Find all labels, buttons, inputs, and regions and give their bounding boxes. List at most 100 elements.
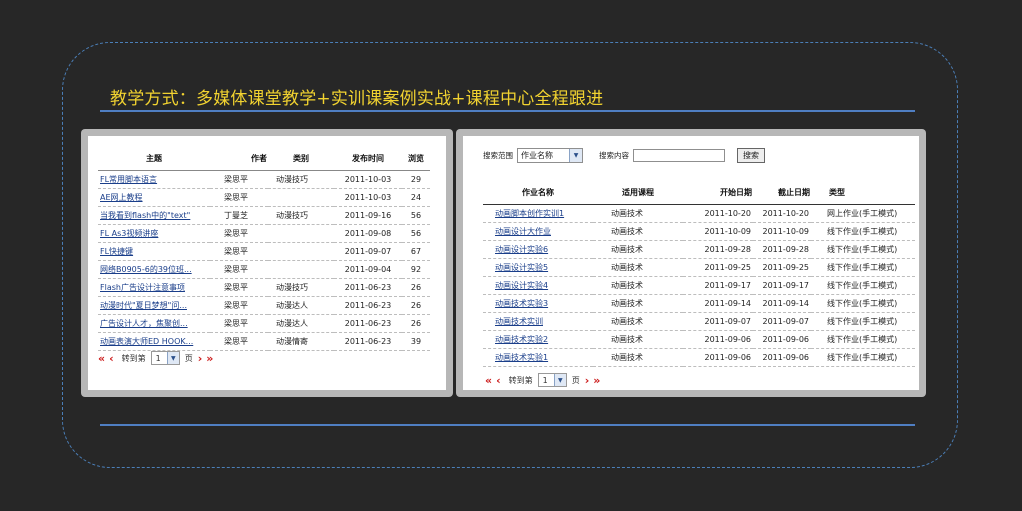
assignment-name-cell[interactable]: 动画设计大作业 — [483, 222, 593, 241]
assignment-name-cell[interactable]: 动画技术实验2 — [483, 330, 593, 349]
search-input[interactable] — [633, 149, 725, 162]
prev-page-button[interactable]: ‹ — [496, 374, 501, 387]
start-date-cell: 2011-09-06 — [683, 348, 753, 367]
next-page-button[interactable]: › — [198, 352, 203, 365]
author-cell: 梁思平 — [210, 314, 268, 333]
col-header-start-date[interactable]: 开始日期 — [683, 180, 753, 205]
col-header-assignment-name[interactable]: 作业名称 — [483, 180, 593, 205]
topic-cell[interactable]: 广告设计人才，焦聚创... — [98, 314, 210, 333]
category-cell — [268, 188, 334, 207]
topic-cell[interactable]: FL常用脚本语言 — [98, 170, 210, 189]
date-cell: 2011-06-23 — [334, 278, 402, 297]
last-page-button[interactable]: » — [593, 374, 600, 387]
type-cell: 线下作业(手工模式) — [811, 330, 915, 349]
goto-label: 转到第 — [508, 375, 533, 385]
start-date-cell: 2011-09-25 — [683, 258, 753, 277]
category-cell: 动漫技巧 — [268, 278, 334, 297]
views-cell: 26 — [402, 278, 430, 297]
col-header-category[interactable]: 类别 — [268, 146, 334, 171]
author-cell: 梁思平 — [210, 332, 268, 351]
category-cell: 动漫情寄 — [268, 332, 334, 351]
course-cell: 动画技术 — [593, 258, 683, 277]
date-cell: 2011-09-08 — [334, 224, 402, 243]
table-row: 动画设计大作业 动画技术 2011-10-09 2011-10-09 线下作业(手工模式… — [483, 222, 915, 241]
col-header-end-date[interactable]: 截止日期 — [753, 180, 811, 205]
table-row: 动画技术实训 动画技术 2011-09-07 2011-09-07 线下作业(手工模式) — [483, 312, 915, 331]
topic-cell[interactable]: 网络B0905-6的39位班... — [98, 260, 210, 279]
start-date-cell: 2011-09-07 — [683, 312, 753, 331]
date-cell: 2011-10-03 — [334, 170, 402, 189]
search-scope-value: 作业名称 — [521, 151, 553, 160]
table-row: FL As3视频讲座 梁思平 2011-09-08 56 — [98, 224, 430, 243]
assignment-name-cell[interactable]: 动画技术实验3 — [483, 294, 593, 313]
top-divider — [100, 110, 915, 112]
date-cell: 2011-10-03 — [334, 188, 402, 207]
assignment-name-cell[interactable]: 动画设计实验6 — [483, 240, 593, 259]
course-cell: 动画技术 — [593, 276, 683, 295]
views-cell: 67 — [402, 242, 430, 261]
chevron-down-icon[interactable]: ▼ — [166, 352, 179, 364]
end-date-cell: 2011-10-09 — [753, 222, 811, 241]
topic-cell[interactable]: 当我看到flash中的"text" — [98, 206, 210, 225]
views-cell: 39 — [402, 332, 430, 351]
assignment-name-cell[interactable]: 动画技术实验1 — [483, 348, 593, 367]
table-row: 动画设计实验5 动画技术 2011-09-25 2011-09-25 线下作业(手工模式… — [483, 258, 915, 277]
page-select[interactable]: 1 ▼ — [537, 373, 567, 387]
topic-cell[interactable]: AE网上教程 — [98, 188, 210, 207]
prev-page-button[interactable]: ‹ — [109, 352, 114, 365]
topic-cell[interactable]: 动画表演大师ED HOOK... — [98, 332, 210, 351]
chevron-down-icon[interactable]: ▼ — [569, 149, 582, 162]
table-row: 动画设计实验4 动画技术 2011-09-17 2011-09-17 线下作业(手工模式… — [483, 276, 915, 295]
course-cell: 动画技术 — [593, 348, 683, 367]
views-cell: 26 — [402, 296, 430, 315]
end-date-cell: 2011-09-14 — [753, 294, 811, 313]
last-page-button[interactable]: » — [206, 352, 213, 365]
topic-cell[interactable]: FL快捷键 — [98, 242, 210, 261]
end-date-cell: 2011-09-07 — [753, 312, 811, 331]
views-cell: 56 — [402, 224, 430, 243]
col-header-topic[interactable]: 主题 — [98, 146, 210, 171]
course-cell: 动画技术 — [593, 240, 683, 259]
author-cell: 梁思平 — [210, 224, 268, 243]
views-cell: 92 — [402, 260, 430, 279]
col-header-views[interactable]: 浏览 — [402, 146, 430, 171]
end-date-cell: 2011-09-06 — [753, 348, 811, 367]
page-select[interactable]: 1 ▼ — [150, 351, 180, 365]
col-header-author[interactable]: 作者 — [210, 146, 268, 171]
date-cell: 2011-09-16 — [334, 206, 402, 225]
topic-cell[interactable]: Flash广告设计注意事项 — [98, 278, 210, 297]
first-page-button[interactable]: « — [485, 374, 492, 387]
type-cell: 网上作业(手工模式) — [811, 204, 915, 223]
author-cell: 梁思平 — [210, 242, 268, 261]
search-scope-select[interactable]: 作业名称 ▼ — [517, 148, 583, 163]
col-header-date[interactable]: 发布时间 — [334, 146, 402, 171]
assignment-name-cell[interactable]: 动画脚本创作实训1 — [483, 204, 593, 223]
course-cell: 动画技术 — [593, 330, 683, 349]
type-cell: 线下作业(手工模式) — [811, 294, 915, 313]
start-date-cell: 2011-10-09 — [683, 222, 753, 241]
topic-cell[interactable]: FL As3视频讲座 — [98, 224, 210, 243]
chevron-down-icon[interactable]: ▼ — [553, 374, 566, 386]
articles-panel-body: 主题 作者 类别 发布时间 浏览 FL常用脚本语言 梁思平 动漫技巧 2011-10-… — [88, 136, 446, 390]
col-header-course[interactable]: 适用课程 — [593, 180, 683, 205]
author-cell: 梁思平 — [210, 278, 268, 297]
author-cell: 梁思平 — [210, 296, 268, 315]
assignment-name-cell[interactable]: 动画设计实验4 — [483, 276, 593, 295]
table-row: 广告设计人才，焦聚创... 梁思平 动漫达人 2011-06-23 26 — [98, 314, 430, 333]
search-button[interactable]: 搜索 — [737, 148, 765, 163]
assignment-name-cell[interactable]: 动画设计实验5 — [483, 258, 593, 277]
assignments-panel-body: 搜索范围 作业名称 ▼ 搜索内容 搜索 作业名称 适用课程 开始日期 截止日期 … — [463, 136, 919, 390]
next-page-button[interactable]: › — [585, 374, 590, 387]
table-row: FL快捷键 梁思平 2011-09-07 67 — [98, 242, 430, 261]
date-cell: 2011-06-23 — [334, 296, 402, 315]
start-date-cell: 2011-09-28 — [683, 240, 753, 259]
first-page-button[interactable]: « — [98, 352, 105, 365]
table-row: 动画技术实验1 动画技术 2011-09-06 2011-09-06 线下作业(手工模式… — [483, 348, 915, 367]
col-header-type[interactable]: 类型 — [811, 180, 915, 205]
table-row: 动画设计实验6 动画技术 2011-09-28 2011-09-28 线下作业(手工模式… — [483, 240, 915, 259]
search-bar: 搜索范围 作业名称 ▼ 搜索内容 搜索 — [483, 148, 765, 163]
assignments-pager: « ‹ 转到第 1 ▼ 页 › » — [485, 373, 604, 387]
views-cell: 29 — [402, 170, 430, 189]
assignment-name-cell[interactable]: 动画技术实训 — [483, 312, 593, 331]
topic-cell[interactable]: 动漫时代"夏日梦想"问... — [98, 296, 210, 315]
